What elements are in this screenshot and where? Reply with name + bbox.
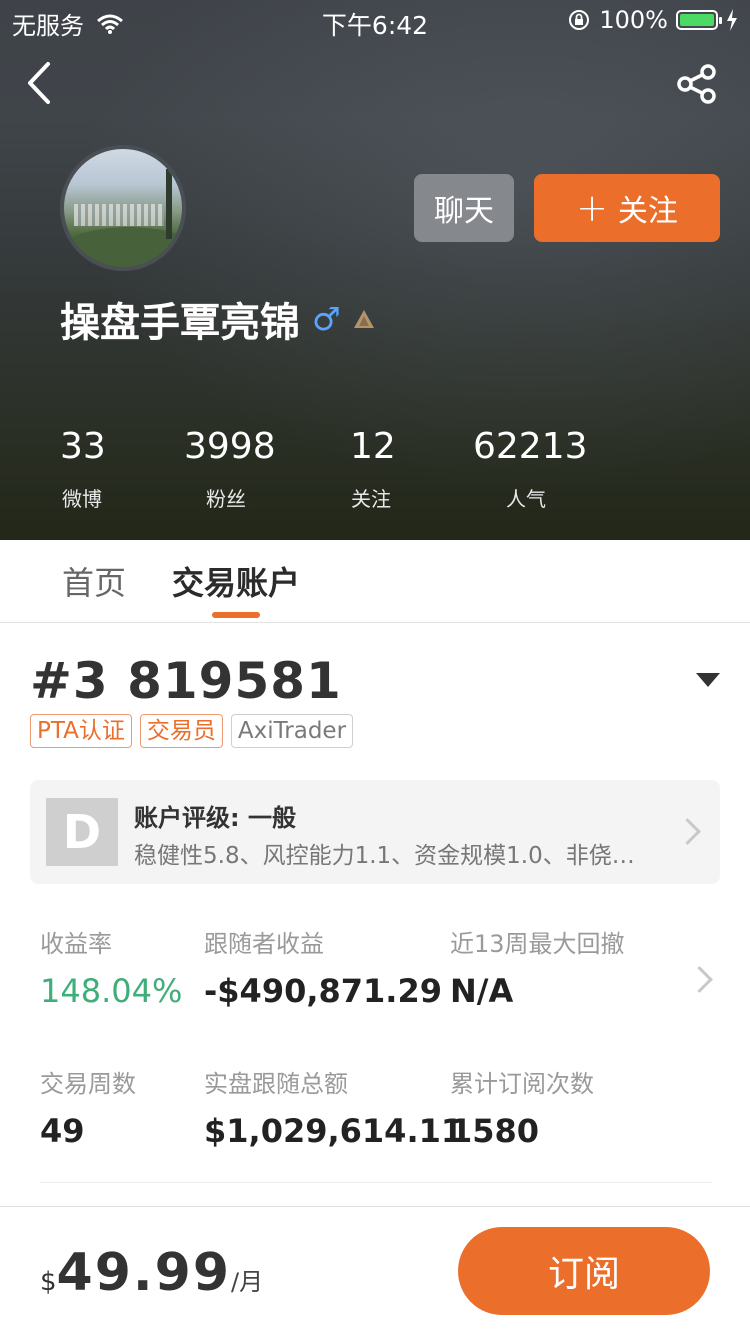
metric-value-max-drawdown: N/A (450, 972, 514, 1010)
chevron-right-icon (674, 818, 701, 845)
share-button[interactable] (672, 60, 722, 110)
stat-label: 关注 (351, 487, 391, 511)
account-tags: PTA认证 交易员 AxiTrader (30, 714, 354, 748)
metric-label-follow-total: 实盘跟随总额 (204, 1070, 348, 1098)
subscription-price: $ 49.99 /月 (40, 1243, 263, 1303)
price-unit: /月 (231, 1268, 264, 1296)
subscribe-button[interactable]: 订阅 (458, 1227, 710, 1315)
status-bar: 无服务 下午6:42 100% (0, 0, 750, 40)
rating-description: 稳健性5.8、风控能力1.1、资金规模1.0、非侥… (134, 843, 635, 869)
chevron-right-icon (686, 966, 713, 993)
metric-label-max-drawdown: 近13周最大回撤 (450, 930, 625, 958)
avatar[interactable] (60, 145, 186, 271)
chevron-left-icon (28, 62, 50, 104)
stat-label: 粉丝 (206, 487, 246, 511)
tab-trading-account[interactable]: 交易账户 (172, 558, 300, 604)
male-icon: ♂ (312, 300, 341, 338)
stat-popularity: 62213 人气 (473, 425, 588, 512)
price-currency: $ (40, 1267, 57, 1297)
chat-button[interactable]: 聊天 (414, 174, 514, 242)
follow-label: 关注 (617, 194, 678, 229)
grade-badge: D (46, 798, 118, 866)
stat-posts[interactable]: 33 微博 (60, 425, 106, 512)
stat-value: 12 (350, 426, 396, 467)
account-rating-card[interactable]: D 账户评级: 一般 稳健性5.8、风控能力1.1、资金规模1.0、非侥… (30, 780, 720, 884)
divider (40, 1182, 712, 1183)
tag-pta-certified: PTA认证 (30, 714, 132, 748)
metric-label-follower-profit: 跟随者收益 (204, 930, 324, 958)
tab-bar: 首页 交易账户 (0, 540, 750, 623)
metric-value-follower-profit: -$490,871.29 (204, 972, 442, 1010)
metric-value-trading-weeks: 49 (40, 1112, 85, 1150)
share-icon (677, 64, 716, 104)
metric-label-trading-weeks: 交易周数 (40, 1070, 136, 1098)
tag-trader: 交易员 (139, 714, 223, 748)
dropdown-arrow-icon[interactable] (696, 673, 720, 687)
tag-broker: AxiTrader (230, 714, 354, 748)
profile-name-row: 操盘手覃亮锦 ♂ (60, 290, 375, 348)
battery-icon (676, 10, 722, 30)
stat-fans[interactable]: 3998 粉丝 (184, 425, 276, 512)
charging-icon (727, 9, 737, 31)
metric-label-subscriptions: 累计订阅次数 (450, 1070, 594, 1098)
plus-icon: + (576, 186, 608, 230)
stat-value: 62213 (473, 426, 588, 467)
rating-title: 账户评级: 一般 (134, 804, 296, 832)
subscribe-label: 订阅 (547, 1254, 620, 1295)
stat-value: 3998 (184, 426, 276, 467)
tab-home[interactable]: 首页 (62, 558, 126, 604)
account-title: #3 819581 (30, 652, 342, 710)
chat-label: 聊天 (434, 194, 494, 229)
metric-label-return: 收益率 (40, 930, 112, 958)
back-button[interactable] (20, 58, 64, 108)
subscription-bar: $ 49.99 /月 订阅 (0, 1206, 750, 1335)
price-amount: 49.99 (56, 1243, 232, 1303)
metric-value-return: 148.04% (40, 972, 183, 1010)
profile-header: 无服务 下午6:42 100% 聊天 + 关注 操盘手覃亮锦 ♂ 33 微博 3… (0, 0, 750, 540)
active-tab-indicator (212, 612, 260, 618)
metric-value-follow-total: $1,029,614.11 (204, 1112, 464, 1150)
username: 操盘手覃亮锦 (60, 300, 300, 346)
stat-label: 人气 (506, 487, 546, 511)
stat-following[interactable]: 12 关注 (350, 425, 396, 512)
stat-label: 微博 (62, 487, 102, 511)
metric-value-subscriptions: 1580 (450, 1112, 540, 1150)
battery-percent: 100% (599, 6, 668, 34)
stat-value: 33 (60, 426, 106, 467)
battery-level (680, 14, 714, 26)
level-badge-icon (353, 310, 374, 328)
rotation-lock-icon (569, 10, 590, 30)
follow-button[interactable]: + 关注 (534, 174, 720, 242)
